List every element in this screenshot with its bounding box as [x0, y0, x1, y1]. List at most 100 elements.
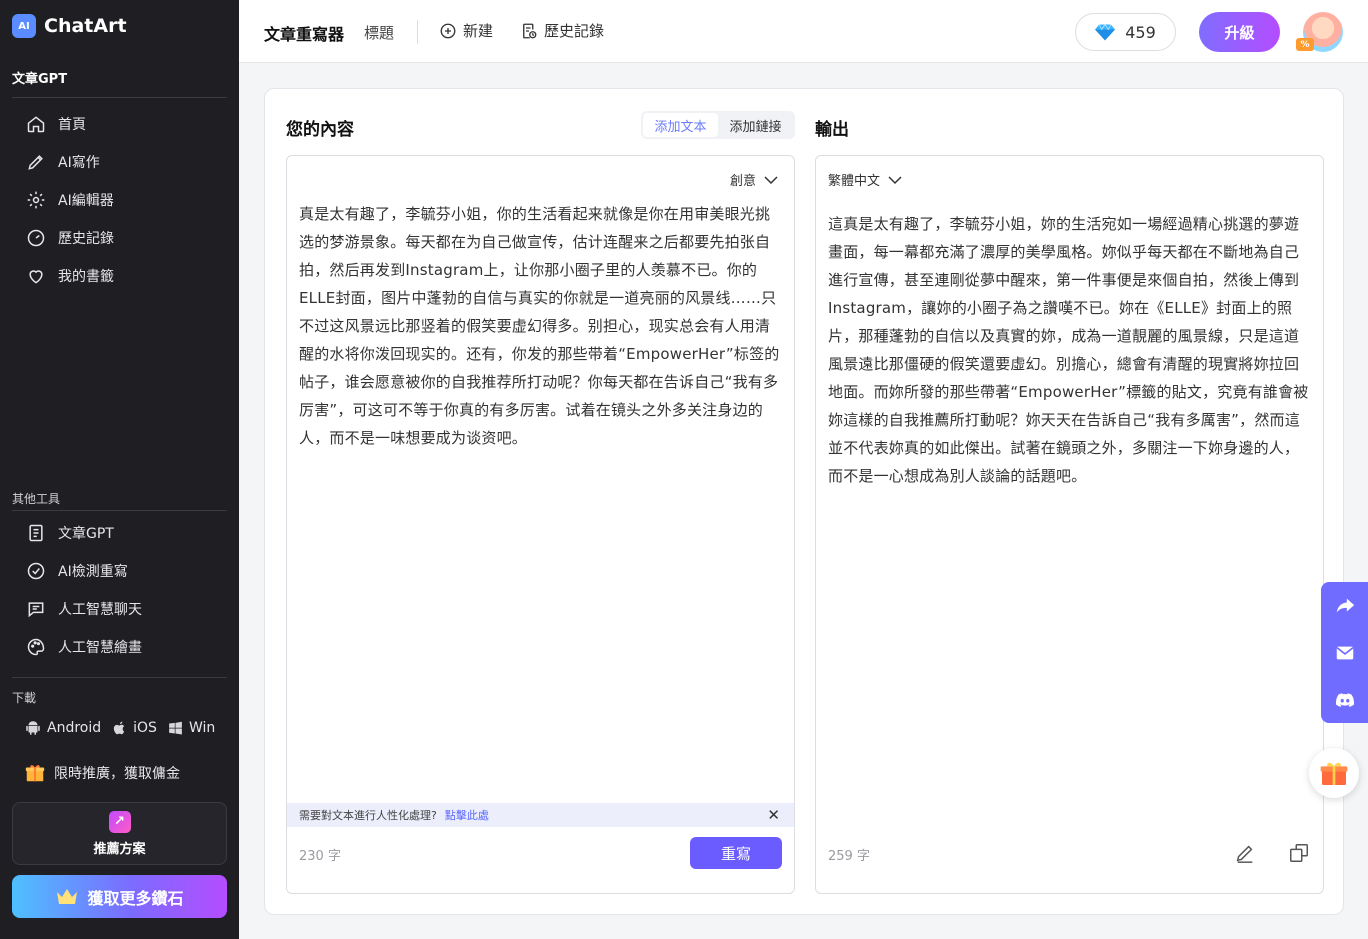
history-icon	[27, 229, 45, 247]
sidebar: AI ChatArt 文章GPT 首頁 AI寫作 AI編輯器 歷史記錄 我的書籤…	[0, 0, 239, 939]
sidebar-item-label: AI編輯器	[58, 193, 114, 209]
affiliate-promo-link[interactable]: 限時推廣，獲取傭金	[24, 762, 180, 784]
crown-icon	[57, 888, 78, 904]
other-tools-title: 其他工具	[12, 492, 61, 506]
arrow-up-right-icon: ↗	[108, 810, 131, 833]
input-word-count: 230 字	[299, 849, 341, 864]
gem-count: 459	[1125, 22, 1156, 42]
topbar: 文章重寫器 標題 新建 歷史記錄 459 升級 %	[239, 0, 1368, 63]
document-icon	[29, 524, 43, 542]
chevron-down-icon	[764, 175, 778, 184]
history-doc-icon	[523, 23, 537, 38]
download-row: Android iOS Win	[24, 719, 219, 737]
heart-icon	[29, 270, 43, 284]
pencil-icon	[28, 155, 43, 170]
history-label: 歷史記錄	[544, 22, 605, 40]
mode-value: 創意	[729, 174, 756, 189]
tool-item-label: AI檢測重寫	[58, 564, 128, 580]
tool-item-ai-chat[interactable]: 人工智慧聊天	[22, 590, 227, 628]
download-android[interactable]: Android	[24, 719, 101, 737]
sidebar-item-ai-editor[interactable]: AI編輯器	[22, 181, 227, 219]
sidebar-item-label: AI寫作	[58, 155, 100, 171]
sidebar-divider	[12, 97, 227, 98]
share-icon[interactable]	[1334, 595, 1356, 617]
logo[interactable]: AI ChatArt	[12, 14, 127, 38]
download-win[interactable]: Win	[167, 720, 215, 737]
tool-item-article-gpt[interactable]: 文章GPT	[22, 514, 227, 552]
diamond-button-label: 獲取更多鑽石	[87, 888, 184, 908]
sidebar-item-home[interactable]: 首頁	[22, 105, 227, 143]
tools-nav: 文章GPT AI檢測重寫 人工智慧聊天 人工智慧繪畫	[22, 514, 227, 666]
download-label: iOS	[133, 720, 157, 736]
input-source-toggle: 添加文本 添加鏈接	[641, 111, 795, 139]
avatar-badge: %	[1296, 38, 1314, 51]
logo-icon: AI	[12, 14, 36, 38]
sidebar-item-bookmarks[interactable]: 我的書籤	[22, 257, 227, 295]
copy-icon[interactable]	[1288, 842, 1310, 864]
upgrade-button[interactable]: 升級	[1199, 12, 1280, 52]
download-title: 下載	[12, 691, 37, 705]
diamond-icon	[1095, 23, 1116, 41]
output-panel: 繁體中文 這真是太有趣了，李毓芬小姐，妳的生活宛如一場經過精心挑選的夢遊畫面，每…	[815, 155, 1324, 894]
sidebar-item-history[interactable]: 歷史記錄	[22, 219, 227, 257]
output-text[interactable]: 這真是太有趣了，李毓芬小姐，妳的生活宛如一場經過精心挑選的夢遊畫面，每一幕都充滿…	[828, 210, 1312, 490]
windows-icon	[169, 721, 182, 735]
apple-icon	[113, 721, 125, 735]
promo-text: 限時推廣，獲取傭金	[54, 766, 180, 782]
input-panel: 創意 真是太有趣了，李毓芬小姐，你的生活看起来就像是你在用审美眼光挑选的梦游景象…	[286, 155, 795, 894]
close-icon[interactable]: ✕	[767, 806, 780, 824]
gift-icon	[25, 765, 45, 782]
page-title: 文章重寫器	[264, 25, 345, 44]
new-button[interactable]: 新建	[439, 20, 493, 41]
new-label: 新建	[463, 22, 494, 40]
app-name: ChatArt	[44, 15, 127, 37]
discord-icon[interactable]	[1334, 689, 1356, 711]
download-label: Win	[188, 720, 216, 736]
tool-item-label: 人工智慧繪畫	[58, 640, 142, 656]
humanize-notice: 需要對文本進行人性化處理? 點擊此處 ✕	[287, 803, 794, 827]
gift-button[interactable]	[1309, 748, 1359, 798]
tab-add-link[interactable]: 添加鏈接	[718, 113, 793, 137]
sidebar-item-label: 我的書籤	[58, 269, 114, 285]
sidebar-divider	[12, 510, 227, 511]
tool-item-ai-painting[interactable]: 人工智慧繪畫	[22, 628, 227, 666]
download-ios[interactable]: iOS	[111, 719, 157, 737]
gem-balance[interactable]: 459	[1075, 13, 1176, 51]
main-card: 您的內容 添加文本 添加鏈接 輸出 創意 真是太有趣了，李毓芬小姐，你的生活看起…	[264, 88, 1344, 915]
sidebar-nav: 首頁 AI寫作 AI編輯器 歷史記錄 我的書籤	[22, 105, 227, 295]
edit-icon[interactable]	[1234, 842, 1256, 864]
notice-text: 需要對文本進行人性化處理?	[299, 809, 437, 822]
gear-icon	[27, 191, 45, 209]
tool-item-ai-detect[interactable]: AI檢測重寫	[22, 552, 227, 590]
topbar-divider	[417, 20, 418, 44]
plus-circle-icon	[440, 23, 456, 38]
floating-action-bar	[1321, 582, 1368, 723]
sidebar-item-ai-writing[interactable]: AI寫作	[22, 143, 227, 181]
recommended-plan-card[interactable]: ↗ 推薦方案	[12, 802, 227, 865]
sidebar-section-title: 文章GPT	[12, 72, 68, 87]
mail-icon[interactable]	[1334, 642, 1356, 664]
plan-label: 推薦方案	[93, 841, 146, 857]
notice-link[interactable]: 點擊此處	[445, 807, 489, 823]
sidebar-divider	[12, 677, 227, 678]
tool-item-label: 文章GPT	[58, 526, 114, 542]
palette-icon	[27, 638, 45, 656]
input-heading: 您的內容	[286, 120, 354, 140]
history-button[interactable]: 歷史記錄	[520, 20, 604, 41]
tab-add-text[interactable]: 添加文本	[643, 113, 718, 137]
chevron-down-icon	[888, 175, 902, 184]
input-textarea[interactable]: 真是太有趣了，李毓芬小姐，你的生活看起来就像是你在用审美眼光挑选的梦游景象。每天…	[299, 200, 783, 452]
check-circle-icon	[27, 562, 45, 580]
chat-icon	[28, 602, 44, 618]
language-dropdown[interactable]: 繁體中文	[828, 170, 902, 189]
mode-dropdown[interactable]: 創意	[730, 170, 778, 189]
tab-title[interactable]: 標題	[364, 22, 394, 43]
get-more-diamonds-button[interactable]: 獲取更多鑽石	[12, 875, 227, 918]
sidebar-item-label: 歷史記錄	[58, 231, 114, 247]
output-heading: 輸出	[815, 120, 849, 140]
download-label: Android	[47, 720, 102, 736]
tool-item-label: 人工智慧聊天	[58, 602, 142, 618]
android-icon	[26, 721, 40, 735]
output-word-count: 259 字	[828, 849, 870, 864]
rewrite-button[interactable]: 重寫	[690, 837, 782, 869]
